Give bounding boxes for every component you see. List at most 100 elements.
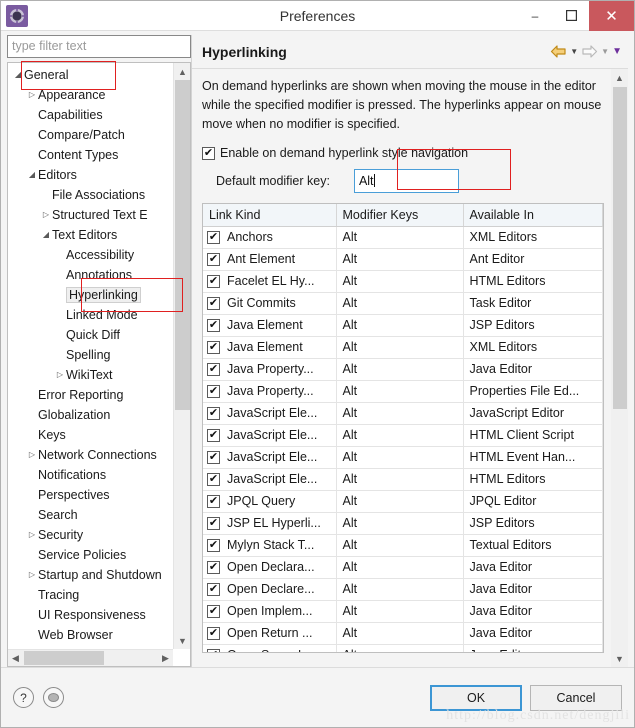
row-enabled-checkbox[interactable]: ✔ [207, 582, 220, 596]
table-row[interactable]: ✔ Open Declare... Alt Java Editor [203, 578, 603, 601]
row-enabled-checkbox[interactable]: ✔ [207, 384, 220, 398]
table-row[interactable]: ✔ Facelet EL Hy... Alt HTML Editors [203, 270, 603, 293]
sidebar-item-text-editors[interactable]: ◢ Text Editors [8, 225, 173, 245]
tree-collapsed-icon[interactable]: ▷ [40, 205, 52, 225]
tree-vertical-scrollbar[interactable]: ▲ ▼ [173, 63, 190, 649]
row-enabled-checkbox[interactable]: ✔ [207, 516, 220, 530]
row-enabled-checkbox[interactable]: ✔ [207, 450, 220, 464]
page-vertical-scroll-thumb[interactable] [613, 87, 627, 409]
tree-collapsed-icon[interactable]: ▷ [26, 85, 38, 105]
apply-defaults-icon[interactable] [43, 687, 64, 708]
tree-scroll-up-icon[interactable]: ▲ [174, 63, 190, 80]
sidebar-item-quick-diff[interactable]: Quick Diff [8, 325, 173, 345]
row-enabled-checkbox[interactable]: ✔ [207, 538, 220, 552]
sidebar-item-globalization[interactable]: Globalization [8, 405, 173, 425]
table-row[interactable]: ✔ Ant Element Alt Ant Editor [203, 248, 603, 271]
cancel-button[interactable]: Cancel [530, 684, 622, 711]
sidebar-item-security[interactable]: ▷ Security [8, 525, 173, 545]
table-row[interactable]: ✔ Open Super I... AltJava Editor [203, 644, 603, 652]
table-row[interactable]: ✔ Anchors Alt XML Editors [203, 226, 603, 249]
table-row[interactable]: ✔ Open Return ... Alt Java Editor [203, 622, 603, 645]
row-enabled-checkbox[interactable]: ✔ [207, 406, 220, 420]
tree-collapsed-icon[interactable]: ▷ [26, 525, 38, 545]
sidebar-item-appearance[interactable]: ▷ Appearance [8, 85, 173, 105]
row-enabled-checkbox[interactable]: ✔ [207, 626, 220, 640]
row-enabled-checkbox[interactable]: ✔ [207, 252, 220, 266]
table-row[interactable]: ✔ Open Implem... Alt Java Editor [203, 600, 603, 623]
page-menu-caret-icon[interactable]: ▼ [612, 46, 622, 57]
close-button[interactable]: ✕ [589, 0, 634, 31]
filter-input[interactable]: type filter text [7, 35, 191, 58]
enable-hyperlink-checkbox[interactable]: ✔ [202, 146, 215, 160]
row-enabled-checkbox[interactable]: ✔ [207, 274, 220, 288]
row-enabled-checkbox[interactable]: ✔ [207, 494, 220, 508]
page-scroll-up-icon[interactable]: ▲ [611, 69, 628, 86]
table-row[interactable]: ✔ Mylyn Stack T... Alt Textual Editors [203, 534, 603, 557]
column-header-modifier-keys[interactable]: Modifier Keys [336, 204, 464, 227]
row-enabled-checkbox[interactable]: ✔ [207, 560, 220, 574]
sidebar-item-keys[interactable]: Keys [8, 425, 173, 445]
table-row[interactable]: ✔ Java Property... Alt Java Editor [203, 358, 603, 381]
sidebar-item-hyperlinking[interactable]: Hyperlinking [8, 285, 173, 305]
tree-scroll-down-icon[interactable]: ▼ [174, 632, 190, 649]
back-arrow-icon[interactable] [550, 44, 567, 59]
sidebar-item-perspectives[interactable]: Perspectives [8, 485, 173, 505]
table-row[interactable]: ✔ JavaScript Ele... Alt HTML Editors [203, 468, 603, 491]
row-enabled-checkbox[interactable]: ✔ [207, 472, 220, 486]
sidebar-item-spelling[interactable]: Spelling [8, 345, 173, 365]
row-enabled-checkbox[interactable]: ✔ [207, 296, 220, 310]
sidebar-item-compare-patch[interactable]: Compare/Patch [8, 125, 173, 145]
page-scroll-down-icon[interactable]: ▼ [611, 650, 628, 667]
sidebar-item-notifications[interactable]: Notifications [8, 465, 173, 485]
column-header-available-in[interactable]: Available In [463, 204, 603, 227]
sidebar-item-linked-mode[interactable]: Linked Mode [8, 305, 173, 325]
sidebar-item-file-associations[interactable]: File Associations [8, 185, 173, 205]
maximize-button[interactable] [553, 1, 589, 31]
tree-horizontal-scroll-thumb[interactable] [24, 651, 104, 665]
page-vertical-scrollbar[interactable]: ▲ ▼ [611, 69, 628, 667]
ok-button[interactable]: OK [430, 684, 522, 711]
tree-expanded-icon[interactable]: ◢ [12, 65, 24, 85]
tree-scroll-right-icon[interactable]: ▶ [158, 650, 173, 666]
tree-expanded-icon[interactable]: ◢ [40, 225, 52, 245]
sidebar-item-tracing[interactable]: Tracing [8, 585, 173, 605]
forward-history-caret-icon[interactable]: ▼ [601, 47, 609, 56]
table-row[interactable]: ✔ JavaScript Ele... Alt HTML Event Han... [203, 446, 603, 469]
row-enabled-checkbox[interactable]: ✔ [207, 648, 220, 652]
table-row[interactable]: ✔ JavaScript Ele... Alt JavaScript Editor [203, 402, 603, 425]
sidebar-item-service-policies[interactable]: Service Policies [8, 545, 173, 565]
table-row[interactable]: ✔ Java Element Alt JSP Editors [203, 314, 603, 337]
sidebar-item-capabilities[interactable]: Capabilities [8, 105, 173, 125]
row-enabled-checkbox[interactable]: ✔ [207, 428, 220, 442]
table-row[interactable]: ✔ JPQL Query Alt JPQL Editor [203, 490, 603, 513]
tree-expanded-icon[interactable]: ◢ [26, 165, 38, 185]
sidebar-item-general[interactable]: ◢ General [8, 65, 173, 85]
row-enabled-checkbox[interactable]: ✔ [207, 230, 220, 244]
table-row[interactable]: ✔ Java Element Alt XML Editors [203, 336, 603, 359]
tree-collapsed-icon[interactable]: ▷ [26, 445, 38, 465]
sidebar-item-error-reporting[interactable]: Error Reporting [8, 385, 173, 405]
sidebar-item-startup-and-shutdown[interactable]: ▷ Startup and Shutdown [8, 565, 173, 585]
tree-collapsed-icon[interactable]: ▷ [54, 365, 66, 385]
modifier-key-input[interactable]: Alt [353, 169, 459, 193]
help-icon[interactable]: ? [13, 687, 34, 708]
minimize-button[interactable]: – [517, 1, 553, 31]
back-history-caret-icon[interactable]: ▼ [570, 47, 578, 56]
sidebar-item-annotations[interactable]: Annotations [8, 265, 173, 285]
enable-hyperlink-row[interactable]: ✔ Enable on demand hyperlink style navig… [202, 146, 604, 160]
sidebar-item-structured-text-e[interactable]: ▷ Structured Text E [8, 205, 173, 225]
sidebar-item-accessibility[interactable]: Accessibility [8, 245, 173, 265]
table-row[interactable]: ✔ Git Commits Alt Task Editor [203, 292, 603, 315]
table-row[interactable]: ✔ Open Declara... Alt Java Editor [203, 556, 603, 579]
table-row[interactable]: ✔ Java Property... Alt Properties File Ed..… [203, 380, 603, 403]
row-enabled-checkbox[interactable]: ✔ [207, 340, 220, 354]
table-row[interactable]: ✔ JavaScript Ele... Alt HTML Client Script [203, 424, 603, 447]
sidebar-item-wikitext[interactable]: ▷ WikiText [8, 365, 173, 385]
tree-vertical-scroll-thumb[interactable] [175, 80, 190, 410]
sidebar-item-network-connections[interactable]: ▷ Network Connections [8, 445, 173, 465]
row-enabled-checkbox[interactable]: ✔ [207, 604, 220, 618]
sidebar-item-web-browser[interactable]: Web Browser [8, 625, 173, 645]
tree-scroll-left-icon[interactable]: ◀ [8, 650, 23, 666]
table-row[interactable]: ✔ JSP EL Hyperli... Alt JSP Editors [203, 512, 603, 535]
tree-horizontal-scrollbar[interactable]: ◀ ▶ [8, 649, 173, 666]
